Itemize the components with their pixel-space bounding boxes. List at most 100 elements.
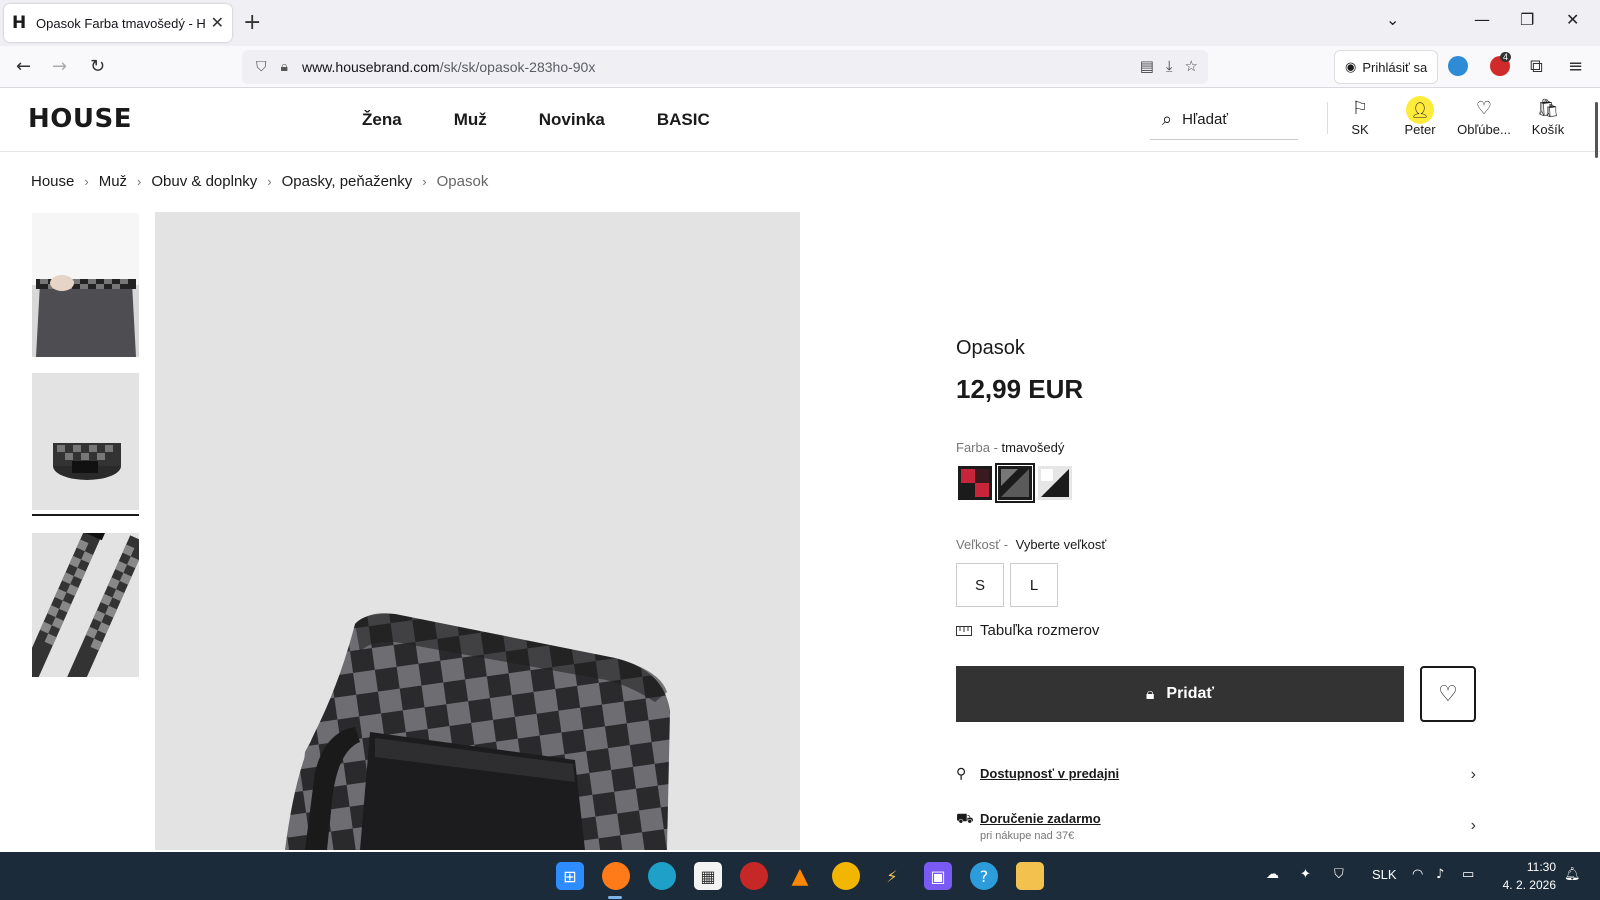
- delivery-truck-icon: ⛟: [956, 811, 974, 827]
- size-chart-link[interactable]: Tabuľka rozmerov: [956, 622, 1099, 639]
- location-pin-icon: ⚲: [956, 766, 967, 782]
- file-explorer-icon[interactable]: [1016, 862, 1044, 890]
- favorites-button[interactable]: ♡ Obľúbe...: [1452, 96, 1516, 137]
- nav-item-novinka[interactable]: Novinka: [539, 110, 605, 130]
- size-option-l[interactable]: L: [1010, 563, 1058, 607]
- edge-icon[interactable]: [648, 862, 676, 890]
- battery-icon[interactable]: ▭: [1462, 867, 1474, 882]
- chevron-right-icon: ›: [84, 174, 89, 189]
- product-thumbnail[interactable]: [32, 533, 139, 677]
- notification-bell-icon[interactable]: 🔔︎: [1564, 867, 1581, 882]
- wifi-icon[interactable]: ◠: [1412, 867, 1423, 882]
- size-label: Veľkosť - Vyberte veľkosť: [956, 537, 1107, 552]
- menu-hamburger-icon[interactable]: ≡: [1568, 56, 1583, 77]
- chevron-right-icon: ›: [1470, 817, 1476, 834]
- tab-list-chevron-icon[interactable]: ⌄: [1386, 10, 1399, 29]
- clock-date: 4. 2. 2026: [1502, 878, 1556, 892]
- swatch-dark-grey[interactable]: [995, 463, 1035, 503]
- chevron-right-icon: ›: [137, 174, 142, 189]
- product-title: Opasok: [956, 337, 1025, 359]
- swatch-dark-grey-image: [998, 466, 1032, 500]
- heart-icon: ♡: [1475, 98, 1493, 119]
- account-button[interactable]: 👤︎ Peter: [1388, 96, 1452, 137]
- house-logo[interactable]: HOUSE: [28, 104, 132, 134]
- nav-item-muz[interactable]: Muž: [454, 110, 487, 130]
- bookmark-star-icon[interactable]: ☆: [1185, 57, 1198, 75]
- signin-button[interactable]: ◉ Prihlásiť sa: [1334, 50, 1439, 84]
- tray-app-icon[interactable]: ✦: [1300, 867, 1311, 882]
- product-thumbnail-active[interactable]: [32, 373, 139, 510]
- site-header: HOUSE Žena Muž Novinka BASIC ⌕ Hľadať ⚐ …: [0, 88, 1600, 152]
- reader-view-icon[interactable]: ▤: [1140, 57, 1154, 75]
- browser-tab-bar: H Opasok Farba tmavošedý - HOUSE ✕ + ⌄ —…: [0, 0, 1600, 46]
- thumbnail-model-image: [32, 213, 139, 357]
- breadcrumb-item[interactable]: House: [31, 173, 74, 190]
- store-availability-row[interactable]: ⚲ Dostupnosť v predajni ›: [956, 766, 1476, 784]
- app-purple-icon[interactable]: ▣: [924, 862, 952, 890]
- extension-fox-icon[interactable]: [1448, 56, 1468, 76]
- ruler-icon: [956, 625, 972, 636]
- add-to-cart-button[interactable]: 🔒︎ Pridať: [956, 666, 1404, 722]
- extensions-puzzle-icon[interactable]: ⧉: [1530, 56, 1543, 77]
- url-bar[interactable]: ⛉ 🔒︎ www.housebrand.com/sk/sk/opasok-283…: [242, 50, 1208, 84]
- input-language[interactable]: SLK: [1372, 867, 1397, 882]
- nav-item-zena[interactable]: Žena: [362, 110, 402, 130]
- app-red-icon[interactable]: [740, 862, 768, 890]
- forward-icon[interactable]: →: [52, 56, 67, 77]
- cart-button[interactable]: 🛍︎ Košík: [1516, 96, 1580, 137]
- help-icon[interactable]: ?: [970, 862, 998, 890]
- tab-close-icon[interactable]: ✕: [211, 13, 224, 33]
- store-icon[interactable]: ▦: [694, 862, 722, 890]
- product-main-image[interactable]: [155, 212, 800, 850]
- restore-icon[interactable]: ❐: [1520, 10, 1534, 29]
- search-placeholder: Hľadať: [1182, 111, 1228, 128]
- app-yellow-icon[interactable]: [832, 862, 860, 890]
- breadcrumb-item[interactable]: Muž: [99, 173, 127, 190]
- thumbnail-belt-flat-image: [32, 533, 139, 677]
- volume-icon[interactable]: ♪: [1436, 867, 1444, 882]
- browser-tab[interactable]: H Opasok Farba tmavošedý - HOUSE ✕: [4, 4, 232, 42]
- adblock-badge: 4: [1500, 52, 1512, 62]
- vlc-icon[interactable]: ▲: [786, 862, 814, 890]
- system-clock[interactable]: 11:30 4. 2. 2026: [1496, 858, 1556, 894]
- page-scrollbar[interactable]: [1595, 102, 1598, 158]
- nav-item-basic[interactable]: BASIC: [657, 110, 710, 130]
- reload-icon[interactable]: ↻: [90, 56, 105, 77]
- onedrive-icon[interactable]: ☁: [1266, 867, 1279, 882]
- add-to-favorites-button[interactable]: ♡: [1420, 666, 1476, 722]
- thumbnail-belt-roll-image: [32, 373, 139, 510]
- heart-icon: ♡: [1438, 681, 1458, 707]
- search-input[interactable]: ⌕ Hľadať: [1150, 100, 1298, 140]
- swatch-red-black-image: [958, 466, 992, 500]
- country-selector[interactable]: ⚐ SK: [1328, 96, 1392, 137]
- product-thumbnail[interactable]: [32, 213, 139, 357]
- app-tools-icon[interactable]: ⚡: [878, 862, 906, 890]
- security-shield-icon[interactable]: ⛉: [1334, 867, 1344, 882]
- browser-nav-bar: ← → ↻ ⛉ 🔒︎ www.housebrand.com/sk/sk/opas…: [0, 46, 1600, 88]
- chevron-right-icon: ›: [267, 174, 272, 189]
- swatch-white-black[interactable]: [1038, 466, 1072, 500]
- save-page-icon[interactable]: ⤓: [1166, 57, 1173, 75]
- minimize-icon[interactable]: —: [1474, 10, 1490, 29]
- breadcrumb: House › Muž › Obuv & doplnky › Opasky, p…: [31, 173, 488, 190]
- shield-icon[interactable]: ⛉: [256, 59, 267, 75]
- main-nav: Žena Muž Novinka BASIC: [362, 110, 710, 130]
- free-delivery-row[interactable]: ⛟ Doručenie zadarmo pri nákupe nad 37€ ›: [956, 811, 1476, 842]
- product-price: 12,99 EUR: [956, 374, 1084, 404]
- new-tab-icon[interactable]: +: [243, 10, 261, 35]
- windows-taskbar: ⊞ ▦ ▲ ⚡ ▣ ? ☁ ✦ ⛉ SLK ◠ ♪ ▭ 11:30 4. 2. …: [0, 852, 1600, 900]
- back-icon[interactable]: ←: [16, 56, 31, 77]
- firefox-icon[interactable]: [602, 862, 630, 890]
- lock-icon[interactable]: 🔒︎: [281, 59, 288, 75]
- flag-icon: ⚐: [1351, 98, 1369, 119]
- breadcrumb-item[interactable]: Opasky, peňaženky: [282, 173, 413, 190]
- windows-start-icon[interactable]: ⊞: [556, 862, 584, 890]
- close-window-icon[interactable]: ✕: [1566, 10, 1579, 29]
- breadcrumb-item[interactable]: Obuv & doplnky: [151, 173, 257, 190]
- swatch-red-black[interactable]: [958, 466, 992, 500]
- user-avatar-icon: 👤︎: [1406, 96, 1434, 124]
- url-text[interactable]: www.housebrand.com/sk/sk/opasok-283ho-90…: [302, 59, 595, 75]
- size-option-s[interactable]: S: [956, 563, 1004, 607]
- clock-time: 11:30: [1526, 860, 1556, 874]
- search-icon: ⌕: [1162, 109, 1173, 130]
